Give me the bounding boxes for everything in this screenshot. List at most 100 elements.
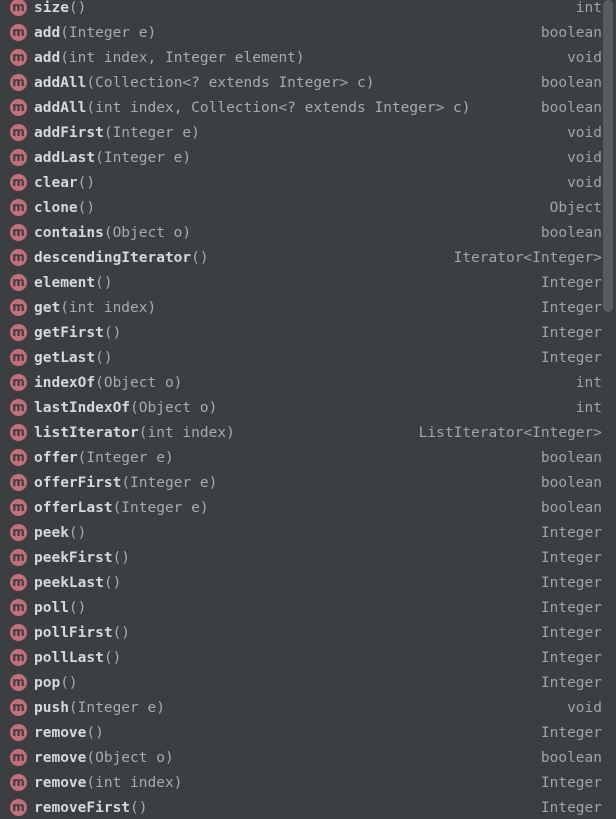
return-type: Integer — [540, 724, 602, 741]
method-params: () — [191, 249, 209, 266]
completion-item[interactable]: m peek() Integer — [0, 520, 602, 545]
completion-item[interactable]: m pollFirst() Integer — [0, 620, 602, 645]
method-name: add — [34, 49, 61, 66]
method-icon: m — [10, 699, 27, 716]
return-type: void — [567, 124, 602, 141]
completion-item[interactable]: m addLast (Integer e) void — [0, 145, 602, 170]
method-icon: m — [10, 0, 27, 16]
method-name: descendingIterator — [34, 249, 192, 266]
completion-item[interactable]: m getLast() Integer — [0, 345, 602, 370]
completion-item[interactable]: m contains (Object o) boolean — [0, 220, 602, 245]
method-params: () — [103, 649, 122, 666]
scrollbar-thumb[interactable] — [603, 0, 613, 312]
completion-item[interactable]: m get (int index) Integer — [0, 295, 602, 320]
method-name: remove — [34, 774, 87, 791]
method-name: size — [34, 0, 69, 16]
method-params: () — [68, 0, 87, 16]
method-name: pollFirst — [34, 624, 113, 641]
return-type: int — [575, 0, 602, 16]
completion-item[interactable]: m descendingIterator() Iterator<Integer> — [0, 245, 602, 270]
method-icon: m — [10, 499, 27, 516]
completion-item[interactable]: m pollLast() Integer — [0, 645, 602, 670]
method-params: (int index) — [86, 774, 183, 791]
return-type: boolean — [540, 74, 602, 91]
completion-item[interactable]: m push (Integer e) void — [0, 695, 602, 720]
method-icon: m — [10, 249, 27, 266]
return-type: Integer — [540, 599, 602, 616]
return-type: void — [567, 149, 602, 166]
method-icon: m — [10, 449, 27, 466]
completion-item[interactable]: m clone() Object — [0, 195, 602, 220]
completion-item[interactable]: m add (int index, Integer element) void — [0, 45, 602, 70]
method-params: (int index) — [60, 299, 157, 316]
completion-item[interactable]: m addAll (int index, Collection<? extends … — [0, 95, 602, 120]
method-params: (Integer e) — [95, 149, 192, 166]
method-icon: m — [10, 424, 27, 441]
completion-item[interactable]: m size() int — [0, 0, 602, 20]
method-params: () — [68, 524, 87, 541]
method-name: addLast — [34, 149, 96, 166]
completion-item[interactable]: m remove (int index) Integer — [0, 770, 602, 795]
method-name: offer — [34, 449, 78, 466]
completion-item[interactable]: m pop() Integer — [0, 670, 602, 695]
method-name: pollLast — [34, 649, 104, 666]
method-icon: m — [10, 224, 27, 241]
return-type: Integer — [540, 799, 602, 816]
completion-item[interactable]: m offer (Integer e) boolean — [0, 445, 602, 470]
method-icon: m — [10, 624, 27, 641]
method-params: (Object o) — [95, 374, 183, 391]
return-type: Integer — [540, 774, 602, 791]
return-type: Integer — [540, 649, 602, 666]
method-name: get — [34, 299, 61, 316]
method-icon: m — [10, 274, 27, 291]
completion-item[interactable]: m remove() Integer — [0, 720, 602, 745]
method-params: (Collection<? extends Integer> c) — [86, 74, 375, 91]
method-params: (Integer e) — [68, 699, 165, 716]
completion-item[interactable]: m removeFirst() Integer — [0, 795, 602, 819]
return-type: Integer — [540, 299, 602, 316]
completion-item[interactable]: m addAll (Collection<? extends Integer> c)… — [0, 70, 602, 95]
method-icon: m — [10, 774, 27, 791]
completion-item[interactable]: m peekLast() Integer — [0, 570, 602, 595]
return-type: Integer — [540, 574, 602, 591]
completion-item[interactable]: m offerLast (Integer e) boolean — [0, 495, 602, 520]
method-name: addAll — [34, 74, 87, 91]
method-icon: m — [10, 149, 27, 166]
completion-item[interactable]: m peekFirst() Integer — [0, 545, 602, 570]
return-type: int — [575, 374, 602, 391]
return-type: boolean — [540, 99, 602, 116]
return-type: Object — [549, 199, 602, 216]
completion-item[interactable]: m poll() Integer — [0, 595, 602, 620]
completion-item[interactable]: m element() Integer — [0, 270, 602, 295]
method-name: pop — [34, 674, 61, 691]
return-type: Integer — [540, 324, 602, 341]
method-icon: m — [10, 674, 27, 691]
method-name: lastIndexOf — [34, 399, 131, 416]
method-params: () — [103, 574, 122, 591]
completion-item[interactable]: m getFirst() Integer — [0, 320, 602, 345]
completion-item[interactable]: m offerFirst (Integer e) boolean — [0, 470, 602, 495]
method-params: () — [86, 724, 104, 741]
vertical-scrollbar[interactable] — [602, 0, 614, 819]
method-icon: m — [10, 324, 27, 341]
method-icon: m — [10, 199, 27, 216]
method-params: (Object o) — [130, 399, 218, 416]
method-icon: m — [10, 49, 27, 66]
code-completion-popup: m size() int m add (Integer e) boolean m add (int… — [0, 0, 616, 819]
method-name: peek — [34, 524, 69, 541]
method-name: removeFirst — [34, 799, 131, 816]
completion-item[interactable]: m clear() void — [0, 170, 602, 195]
return-type: Integer — [540, 274, 602, 291]
method-name: push — [34, 699, 69, 716]
return-type: boolean — [540, 224, 602, 241]
method-params: (Object o) — [103, 224, 192, 241]
method-params: (Integer e) — [121, 474, 218, 491]
completion-item[interactable]: m lastIndexOf (Object o) int — [0, 395, 602, 420]
completion-item[interactable]: m listIterator (int index) ListIterator<Int… — [0, 420, 602, 445]
completion-item[interactable]: m indexOf (Object o) int — [0, 370, 602, 395]
method-name: clear — [34, 174, 78, 191]
completion-item[interactable]: m addFirst (Integer e) void — [0, 120, 602, 145]
completion-item[interactable]: m remove (Object o) boolean — [0, 745, 602, 770]
method-params: () — [60, 674, 78, 691]
completion-item[interactable]: m add (Integer e) boolean — [0, 20, 602, 45]
